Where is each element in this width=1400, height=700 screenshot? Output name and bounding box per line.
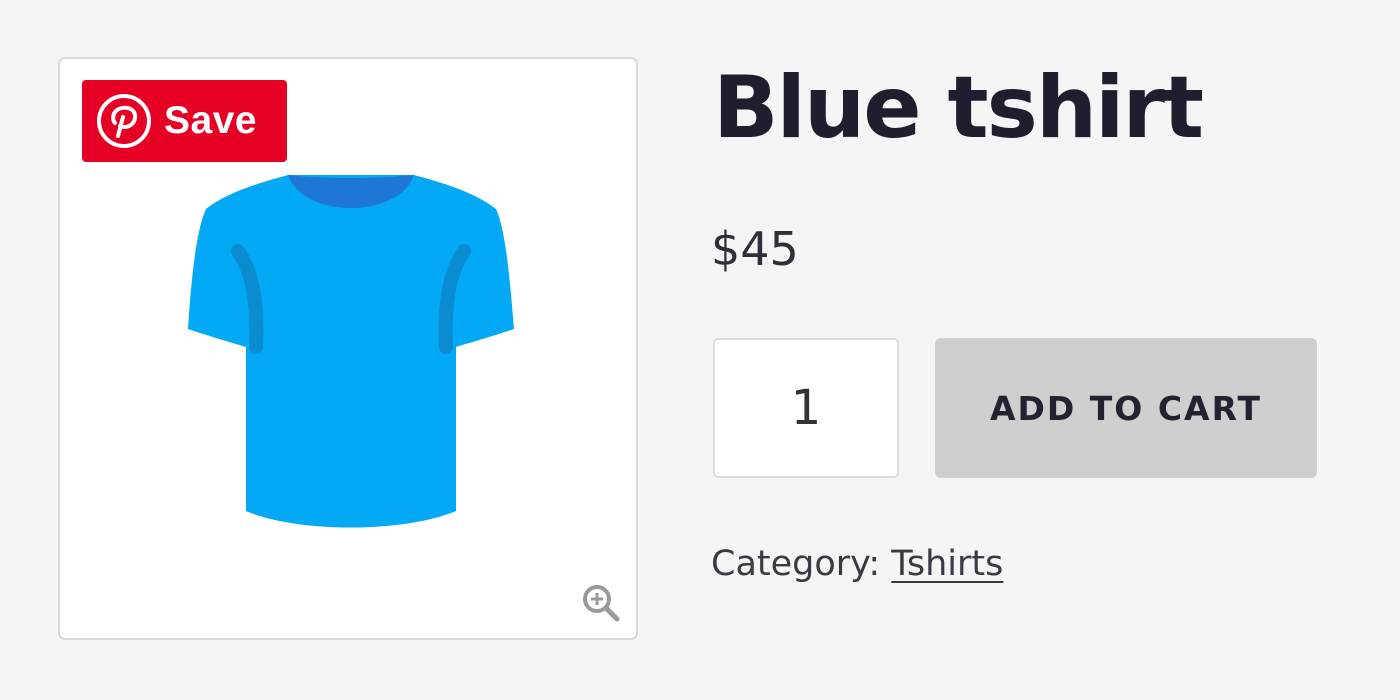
zoom-in-icon[interactable] (580, 582, 622, 624)
tshirt-image[interactable] (188, 171, 514, 531)
product-price: $45 (711, 222, 799, 276)
pinterest-icon (97, 94, 151, 148)
product-title: Blue tshirt (713, 58, 1204, 158)
pinterest-save-label: Save (164, 99, 258, 142)
category-link[interactable]: Tshirts (891, 544, 1003, 584)
pinterest-save-button[interactable]: Save (82, 80, 287, 162)
add-to-cart-button[interactable]: ADD TO CART (935, 338, 1317, 478)
product-category: Category: Tshirts (711, 544, 1003, 584)
product-image-card: Save (58, 57, 638, 640)
category-label: Category: (711, 544, 881, 584)
quantity-input[interactable] (713, 338, 899, 478)
